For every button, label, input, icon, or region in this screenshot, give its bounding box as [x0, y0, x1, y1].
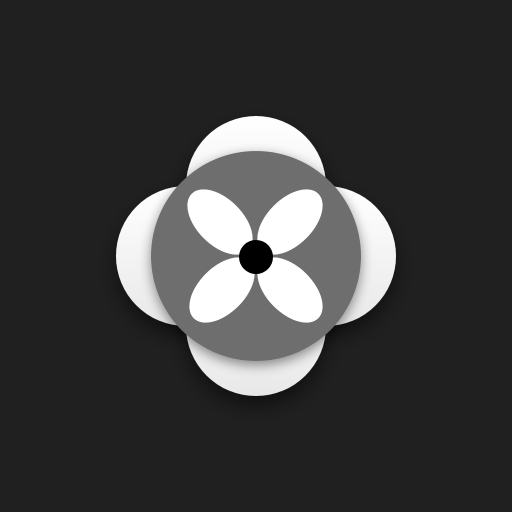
fan-hub [239, 240, 273, 274]
fan-icon[interactable] [0, 0, 512, 512]
icon-canvas [0, 0, 512, 512]
